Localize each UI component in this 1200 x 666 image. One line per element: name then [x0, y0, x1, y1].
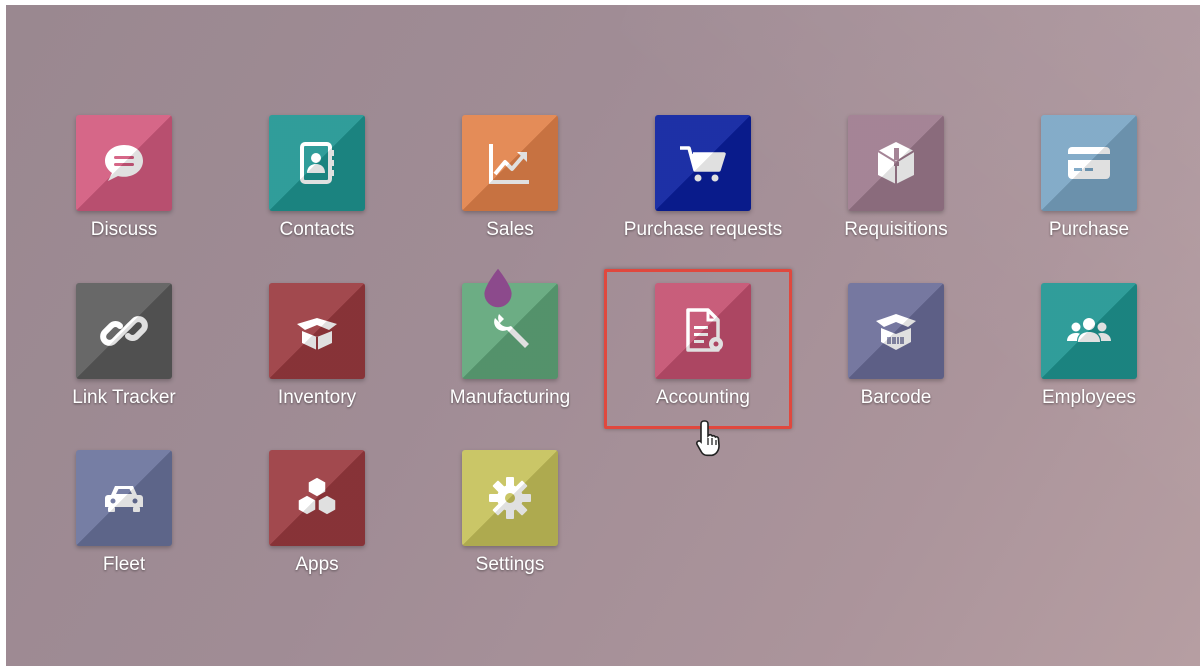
app-sales[interactable]: Sales: [420, 115, 600, 265]
app-label: Employees: [1042, 387, 1136, 408]
barcode-box-icon: [876, 314, 916, 350]
fleet-tile[interactable]: [76, 450, 172, 546]
inventory-tile[interactable]: [269, 283, 365, 379]
app-discuss[interactable]: Discuss: [34, 115, 214, 265]
app-purchase[interactable]: Purchase: [999, 115, 1179, 265]
address-book-icon: [300, 142, 334, 184]
people-group-icon: [1067, 318, 1111, 342]
trending-chart-icon: [489, 144, 529, 184]
open-box-icon: [297, 318, 337, 350]
link-tracker-tile[interactable]: [76, 283, 172, 379]
app-purchase-requests[interactable]: Purchase requests: [613, 115, 793, 265]
accounting-highlight-box: [604, 269, 792, 429]
barcode-tile[interactable]: [848, 283, 944, 379]
chat-bubble-icon: [105, 145, 143, 181]
loading-drop-icon: [484, 268, 512, 308]
requisitions-tile[interactable]: [848, 115, 944, 211]
app-home-screen: Discuss Contacts Sales Purchase requests…: [6, 5, 1200, 666]
app-label: Link Tracker: [72, 387, 176, 408]
app-apps[interactable]: Apps: [227, 450, 407, 600]
shopping-cart-icon: [680, 146, 726, 182]
settings-tile[interactable]: [462, 450, 558, 546]
apps-tile[interactable]: [269, 450, 365, 546]
app-inventory[interactable]: Inventory: [227, 283, 407, 433]
app-label: Settings: [475, 554, 545, 575]
app-requisitions[interactable]: Requisitions: [806, 115, 986, 265]
contacts-tile[interactable]: [269, 115, 365, 211]
employees-tile[interactable]: [1041, 283, 1137, 379]
app-label: Purchase: [1048, 219, 1130, 240]
app-label: Contacts: [279, 219, 355, 240]
discuss-tile[interactable]: [76, 115, 172, 211]
app-label: Requisitions: [844, 219, 948, 240]
sales-tile[interactable]: [462, 115, 558, 211]
purchase-tile[interactable]: [1041, 115, 1137, 211]
app-contacts[interactable]: Contacts: [227, 115, 407, 265]
app-label: Inventory: [277, 387, 357, 408]
package-alert-icon: [877, 142, 915, 184]
app-link-tracker[interactable]: Link Tracker: [34, 283, 214, 433]
app-label: Apps: [295, 554, 339, 575]
app-label: Purchase requests: [623, 219, 783, 240]
app-label: Sales: [486, 219, 534, 240]
app-employees[interactable]: Employees: [999, 283, 1179, 433]
wrench-drop-icon: [494, 314, 529, 348]
credit-card-icon: [1068, 147, 1110, 179]
app-label: Manufacturing: [449, 387, 571, 408]
app-barcode[interactable]: Barcode: [806, 283, 986, 433]
hand-pointer-cursor-icon: [695, 420, 720, 457]
app-label: Fleet: [102, 554, 146, 575]
gear-icon: [489, 477, 531, 519]
cubes-icon: [297, 476, 337, 516]
link-icon: [100, 316, 148, 346]
app-label: Barcode: [860, 387, 932, 408]
purchase-requests-tile[interactable]: [655, 115, 751, 211]
app-fleet[interactable]: Fleet: [34, 450, 214, 600]
app-settings[interactable]: Settings: [420, 450, 600, 600]
car-icon: [105, 486, 143, 512]
app-label: Discuss: [90, 219, 158, 240]
